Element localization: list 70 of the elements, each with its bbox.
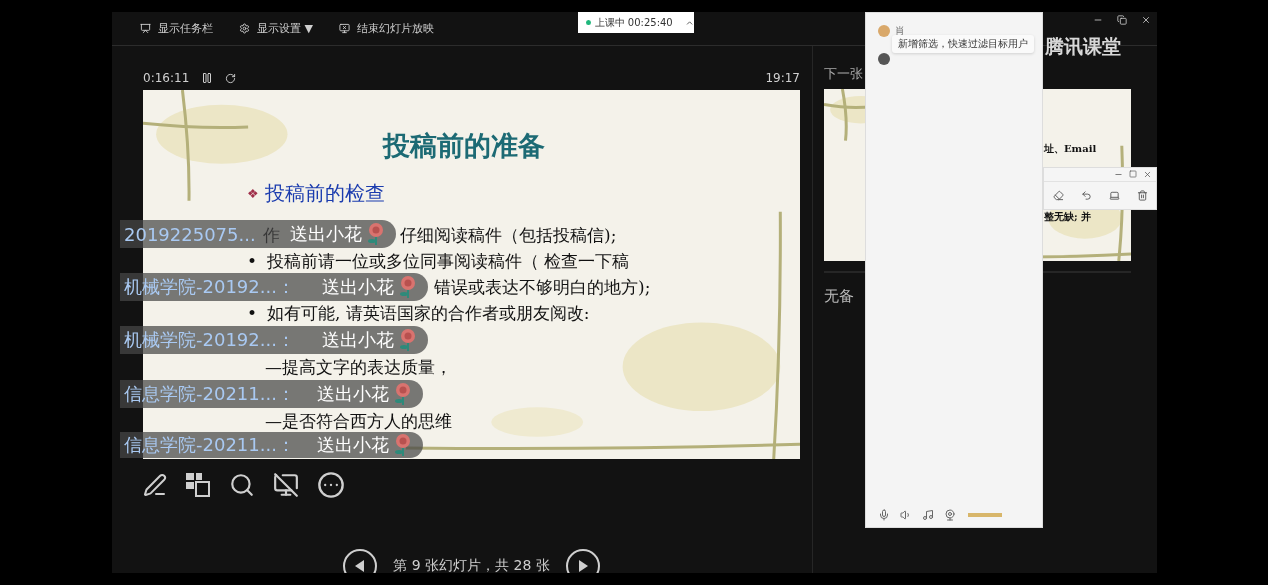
bullet-mark: • xyxy=(247,303,258,323)
gift-text: 送出小花 xyxy=(316,382,389,406)
slide-text: —是否符合西方人的思维 xyxy=(265,409,452,433)
member-name: 肖 xyxy=(895,24,905,38)
bullet-mark: ❖ xyxy=(247,185,259,201)
restart-icon[interactable] xyxy=(225,72,237,84)
flower-icon xyxy=(392,433,413,457)
monitor-off-icon[interactable] xyxy=(273,472,299,498)
toolbar-button[interactable]: 结束幻灯片放映 xyxy=(338,21,434,36)
search-icon[interactable] xyxy=(229,472,255,498)
gift-text: 送出小花 xyxy=(289,222,362,246)
sender-name: 信息学院-20211...： xyxy=(123,382,295,406)
more-icon[interactable] xyxy=(317,471,345,499)
slides-grid-icon[interactable] xyxy=(185,472,211,498)
trash-icon[interactable] xyxy=(1136,190,1148,201)
toolbar-button[interactable]: 显示设置 ▼ xyxy=(239,21,313,36)
avatar-icon xyxy=(878,53,890,65)
settings-icon xyxy=(239,23,250,34)
thumbnail-text: 整无缺; 并 xyxy=(1044,210,1093,224)
avatar-icon xyxy=(878,25,890,37)
slide-text: —提高文字的表达质量， xyxy=(265,355,452,379)
flower-icon xyxy=(397,275,418,299)
slide-text: 错误或表达不够明白的地方); xyxy=(434,275,651,299)
slide-text: 投稿前请一位或多位同事阅读稿件（ 检查一下稿 xyxy=(267,249,630,273)
sender-name: 信息学院-20211...： xyxy=(123,433,295,457)
close-icon[interactable] xyxy=(1143,170,1152,179)
pen-icon[interactable] xyxy=(143,473,167,497)
flower-icon xyxy=(397,328,418,352)
toolbar-button[interactable]: 显示任务栏 xyxy=(140,21,213,36)
slide-subtitle: 投稿前的检查 xyxy=(265,179,385,207)
gift-text: 送出小花 xyxy=(321,328,394,352)
thumbnail-text: 址、Email xyxy=(1044,142,1098,156)
clock-time: 19:17 xyxy=(765,71,800,85)
gift-text: 送出小花 xyxy=(321,275,394,299)
next-button[interactable] xyxy=(565,549,600,573)
next-slide-label: 下一张 xyxy=(824,65,864,83)
eraser-icon[interactable] xyxy=(1052,190,1064,201)
slide-counter: 第 9 张幻灯片，共 28 张 xyxy=(393,557,550,573)
caret-left-icon xyxy=(355,560,366,572)
monitor-icon xyxy=(338,23,350,34)
microphone-icon[interactable] xyxy=(878,509,890,521)
flower-icon xyxy=(365,222,386,246)
sender-name: 2019225075... xyxy=(123,223,256,245)
bullet-mark: • xyxy=(247,251,258,271)
undo-icon[interactable] xyxy=(1080,190,1092,201)
sender-name: 机械学院-20192...： xyxy=(123,328,295,352)
caret-right-icon xyxy=(577,560,588,572)
slide-text: 作 xyxy=(263,223,280,247)
pause-icon[interactable] xyxy=(201,72,214,84)
sender-name: 机械学院-20192...： xyxy=(123,275,295,299)
speaker-icon[interactable] xyxy=(900,509,912,521)
elapsed-time: 0:16:11 xyxy=(143,71,190,85)
live-dot xyxy=(586,20,591,25)
sticker-icon xyxy=(968,513,1002,517)
camera-icon[interactable] xyxy=(944,509,956,521)
notes-text: 无备 xyxy=(824,287,855,306)
music-icon[interactable] xyxy=(922,509,934,521)
presentation-icon xyxy=(140,23,151,34)
restore-icon[interactable] xyxy=(1117,15,1127,25)
tooltip: 新增筛选，快速过滤目标用户 xyxy=(892,35,1034,53)
slide-text: 仔细阅读稿件（包括投稿信); xyxy=(400,223,617,247)
status-text: 上课中 00:25:40 xyxy=(594,15,673,30)
slide-text: 如有可能, 请英语国家的合作者或朋友阅改: xyxy=(267,301,590,325)
close-icon[interactable] xyxy=(1141,15,1151,25)
slide-title: 投稿前的准备 xyxy=(383,129,545,163)
laptop-icon[interactable] xyxy=(1108,190,1120,201)
previous-button[interactable] xyxy=(343,549,378,573)
app-title: 腾讯课堂 xyxy=(1045,34,1121,59)
flower-icon xyxy=(392,382,413,406)
gift-text: 送出小花 xyxy=(316,433,389,457)
